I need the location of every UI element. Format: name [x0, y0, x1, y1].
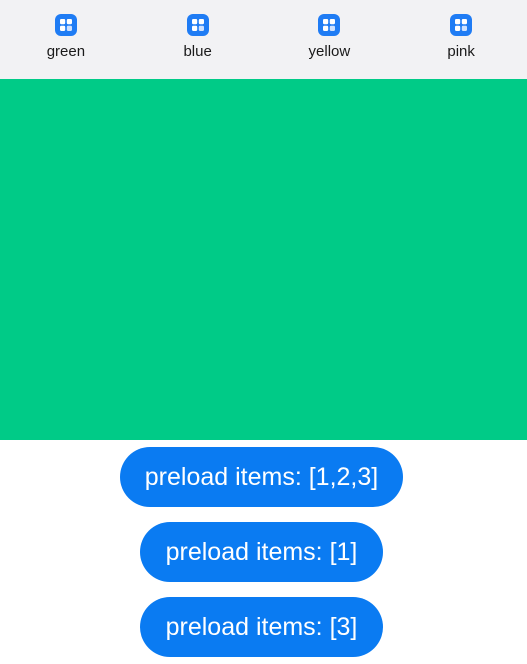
grid-icon: [54, 14, 77, 36]
tab-blue[interactable]: blue: [132, 0, 264, 79]
grid-icon: [318, 14, 341, 36]
grid-icon: [450, 14, 473, 36]
preload-items-1-button[interactable]: preload items: [1]: [140, 522, 383, 582]
tab-content-panel: [0, 79, 527, 440]
app-screen: green blue yellow pink preload items: [1…: [0, 0, 527, 664]
grid-icon: [186, 14, 209, 36]
tab-label: blue: [183, 43, 212, 60]
tab-green[interactable]: green: [0, 0, 132, 79]
tab-pink[interactable]: pink: [395, 0, 527, 79]
tab-label: pink: [447, 43, 475, 60]
preload-items-3-button[interactable]: preload items: [3]: [140, 597, 383, 657]
tab-bar: green blue yellow pink: [0, 0, 527, 79]
tab-label: green: [46, 43, 86, 60]
tab-label: yellow: [308, 43, 351, 60]
preload-items-1-2-3-button[interactable]: preload items: [1,2,3]: [120, 447, 403, 507]
tab-yellow[interactable]: yellow: [264, 0, 396, 79]
